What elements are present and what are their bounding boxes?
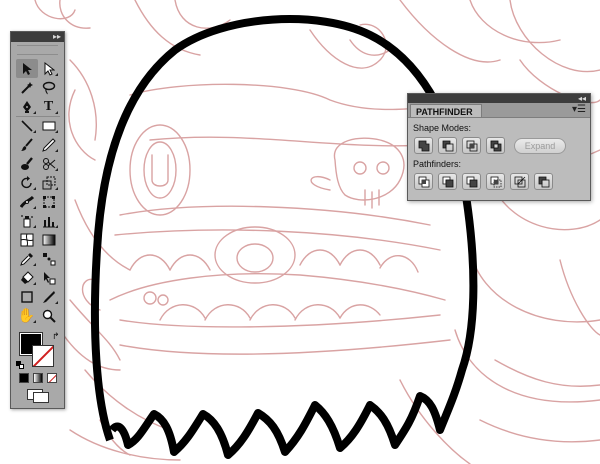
- exclude-icon[interactable]: [486, 137, 505, 154]
- none-mode-icon[interactable]: [46, 373, 57, 383]
- default-fill-stroke-icon[interactable]: [15, 361, 24, 369]
- double-chevron-icon[interactable]: ▸▸: [53, 32, 61, 42]
- column-graph-tool-icon[interactable]: [38, 211, 60, 230]
- pathfinder-tab-bar: PATHFINDER ▾☰: [408, 103, 590, 118]
- slice-tool-icon[interactable]: [38, 287, 60, 306]
- minus-back-icon[interactable]: [534, 173, 553, 190]
- merge-icon[interactable]: [462, 173, 481, 190]
- magic-wand-tool-icon[interactable]: [16, 78, 38, 97]
- trim-icon[interactable]: [438, 173, 457, 190]
- shape-modes-label: Shape Modes:: [413, 123, 472, 133]
- tab-pathfinder[interactable]: PATHFINDER: [410, 104, 482, 117]
- minus-front-icon[interactable]: [438, 137, 457, 154]
- gradient-tool-icon[interactable]: [38, 230, 60, 249]
- rotate-tool-icon[interactable]: [16, 173, 38, 192]
- symbol-sprayer-tool-icon[interactable]: [16, 211, 38, 230]
- mesh-tool-icon[interactable]: [16, 230, 38, 249]
- paintbrush-tool-icon[interactable]: [16, 135, 38, 154]
- eyedropper-tool-icon[interactable]: [16, 249, 38, 268]
- pathfinder-panel[interactable]: ◂◂ PATHFINDER ▾☰ Shape Modes: Expand Pat…: [407, 93, 591, 201]
- pen-tool-icon[interactable]: [15, 97, 38, 117]
- pathfinder-titlebar[interactable]: ◂◂: [408, 94, 590, 103]
- shape-modes-row: Expand: [414, 137, 590, 154]
- stroke-swatch[interactable]: [31, 345, 54, 367]
- selection-tool-icon[interactable]: [15, 59, 38, 78]
- crop-icon[interactable]: [486, 173, 505, 190]
- free-transform-tool-icon[interactable]: [38, 192, 60, 211]
- tools-panel-titlebar[interactable]: ▸▸: [11, 32, 64, 42]
- pathfinders-row: [414, 173, 590, 190]
- lasso-tool-icon[interactable]: [38, 78, 60, 97]
- color-mode-icon[interactable]: [18, 373, 29, 383]
- panel-menu-icon[interactable]: ▾☰: [572, 104, 586, 116]
- zoom-tool-icon[interactable]: [38, 306, 60, 325]
- rectangle-tool-icon[interactable]: [38, 116, 60, 135]
- fill-stroke-control[interactable]: ↱: [15, 331, 60, 369]
- blob-brush-tool-icon[interactable]: [16, 154, 38, 173]
- unite-icon[interactable]: [414, 137, 433, 154]
- width-tool-icon[interactable]: [16, 192, 38, 211]
- outline-icon[interactable]: [510, 173, 529, 190]
- panel-grip[interactable]: [17, 45, 58, 55]
- scale-tool-icon[interactable]: [38, 173, 60, 192]
- pencil-sketch: [34, 0, 600, 464]
- eraser-tool-icon[interactable]: [38, 154, 60, 173]
- gradient-mode-icon[interactable]: [32, 373, 43, 383]
- divide-icon[interactable]: [414, 173, 433, 190]
- artboard-tool-icon[interactable]: [16, 287, 38, 306]
- tools-panel[interactable]: ▸▸ T ✋ ↱: [10, 31, 65, 409]
- live-paint-selection-tool-icon[interactable]: [38, 268, 60, 287]
- blend-tool-icon[interactable]: [38, 249, 60, 268]
- color-mode-buttons: [11, 373, 64, 383]
- artboard-canvas[interactable]: [0, 0, 600, 464]
- live-paint-bucket-tool-icon[interactable]: [16, 268, 38, 287]
- intersect-icon[interactable]: [462, 137, 481, 154]
- ghost-outline[interactable]: [90, 15, 478, 459]
- pencil-tool-icon[interactable]: [38, 135, 60, 154]
- expand-button[interactable]: Expand: [514, 137, 566, 154]
- type-tool-icon[interactable]: T: [37, 97, 60, 117]
- hand-tool-icon[interactable]: ✋: [16, 306, 38, 325]
- line-segment-tool-icon[interactable]: [16, 116, 38, 135]
- tool-grid: T ✋: [11, 59, 64, 325]
- direct-selection-tool-icon[interactable]: [38, 59, 60, 78]
- swap-fill-stroke-icon[interactable]: ↱: [52, 331, 60, 342]
- screen-mode-icon[interactable]: [26, 389, 49, 403]
- collapse-panel-icon[interactable]: ◂◂: [578, 94, 586, 103]
- pathfinders-label: Pathfinders:: [413, 159, 462, 169]
